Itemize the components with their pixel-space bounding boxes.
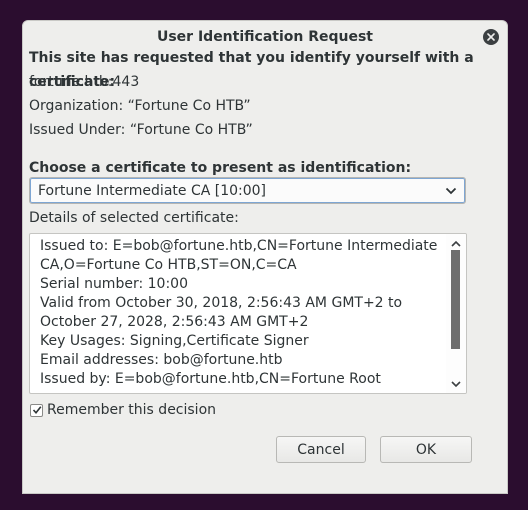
checkbox-box[interactable] — [30, 403, 43, 417]
certificate-details-textarea[interactable]: Issued to: E=bob@fortune.htb,CN=Fortune … — [29, 233, 467, 394]
host-text: fortune.htb:443 — [29, 74, 140, 90]
ok-button[interactable]: OK — [380, 436, 472, 463]
certificate-select[interactable]: Fortune Intermediate CA [10:00] — [29, 177, 466, 204]
close-icon — [487, 33, 495, 41]
organization-text: Organization: “Fortune Co HTB” — [29, 98, 251, 114]
scroll-down-button[interactable] — [450, 378, 462, 390]
check-icon — [32, 406, 41, 415]
chevron-down-icon — [445, 187, 457, 194]
request-heading: This site has requested that you identif… — [29, 50, 474, 90]
details-label: Details of selected certificate: — [29, 210, 239, 226]
close-button[interactable] — [483, 29, 499, 45]
remember-label: Remember this decision — [47, 402, 217, 418]
details-scrollbar[interactable] — [446, 234, 466, 393]
chevron-up-icon — [451, 240, 461, 247]
scrollbar-thumb[interactable] — [451, 250, 460, 349]
issued-under-text: Issued Under: “Fortune Co HTB” — [29, 122, 253, 138]
certificate-details-text: Issued to: E=bob@fortune.htb,CN=Fortune … — [40, 238, 438, 387]
remember-decision-checkbox[interactable]: Remember this decision — [30, 402, 216, 418]
certificate-select-value: Fortune Intermediate CA [10:00] — [38, 182, 267, 199]
chevron-down-icon — [451, 380, 461, 387]
dialog-title: User Identification Request — [156, 29, 373, 45]
cancel-button[interactable]: Cancel — [276, 436, 366, 463]
request-info: This site has requested that you identif… — [29, 46, 510, 180]
scroll-up-button[interactable] — [450, 237, 462, 249]
